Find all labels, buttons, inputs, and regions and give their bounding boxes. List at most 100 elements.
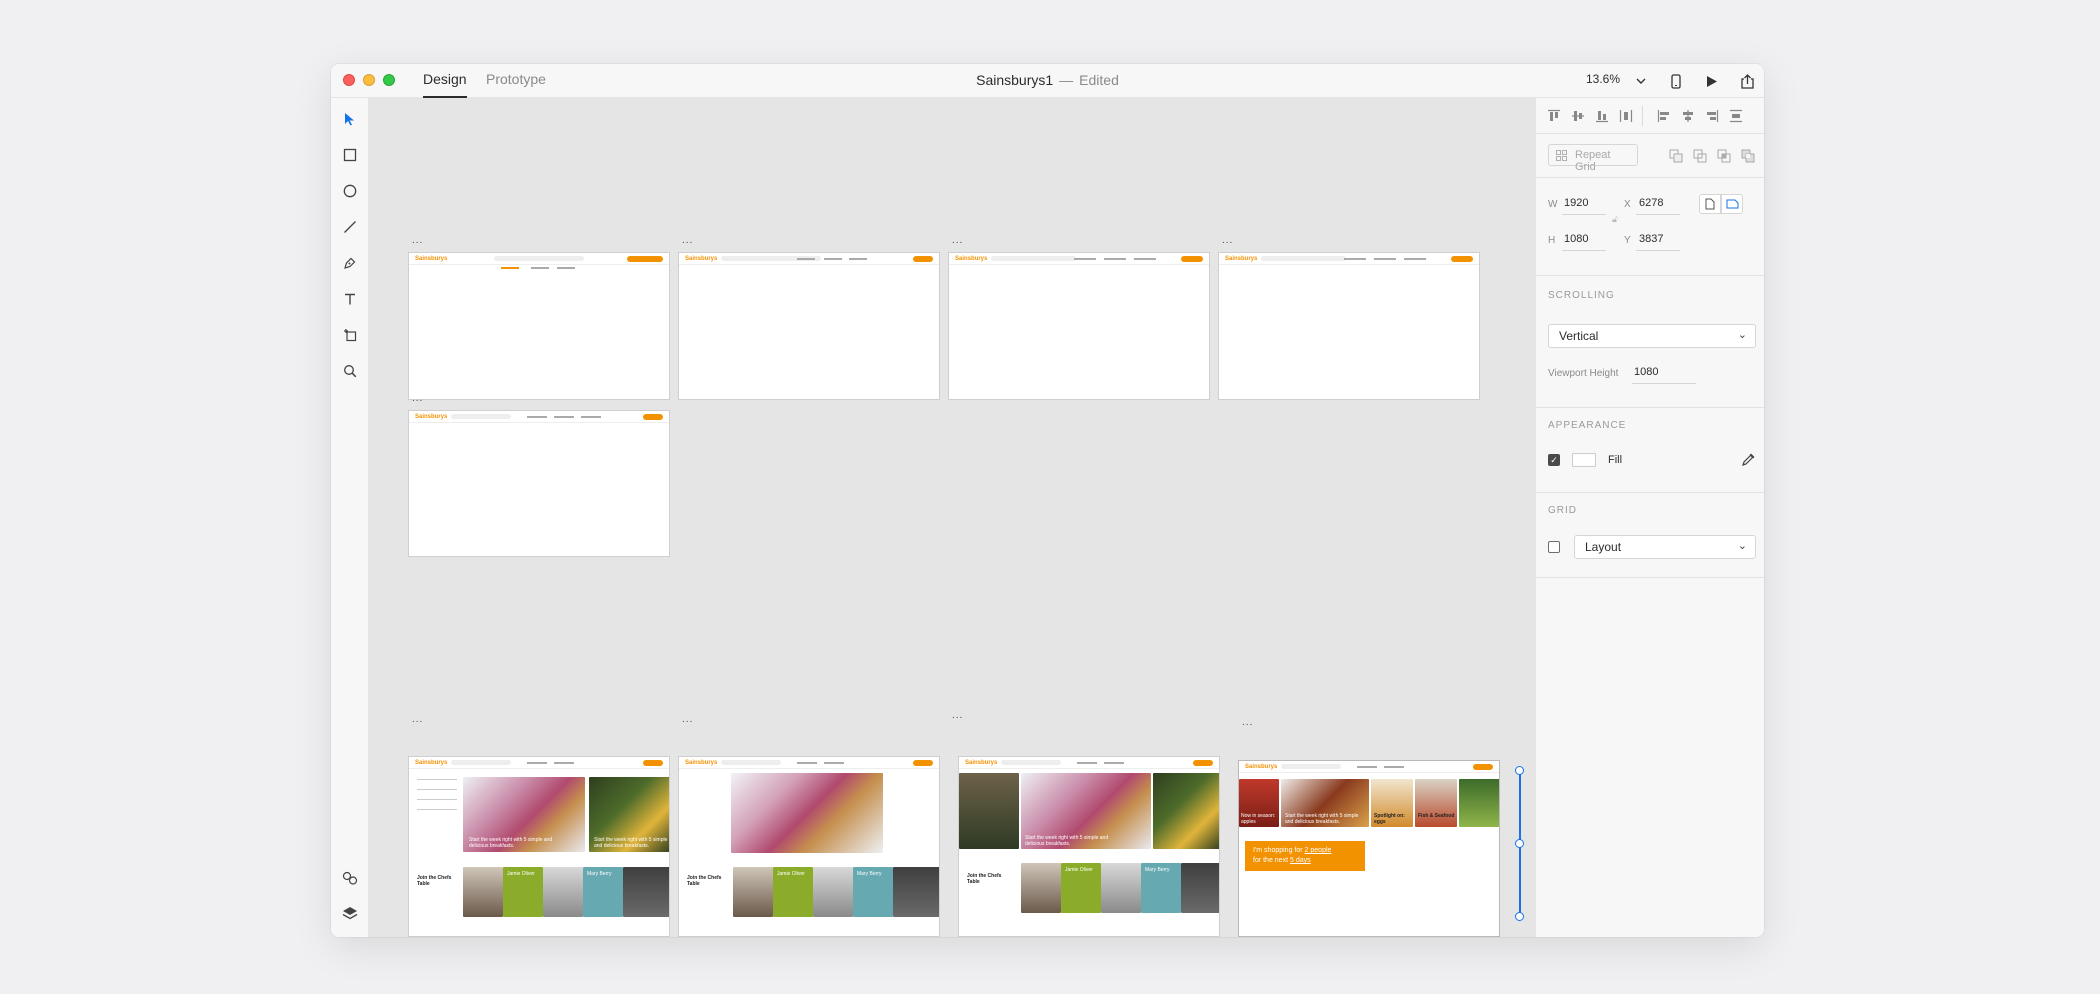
artboard-label[interactable]: ... [412, 236, 423, 246]
distribute-vertical-icon[interactable] [1618, 108, 1634, 124]
category-fish-image [1415, 779, 1457, 827]
text-icon[interactable] [340, 289, 360, 309]
align-top-icon[interactable] [1546, 108, 1562, 124]
artboard-filled-3[interactable]: Sainsburys Start the week right with 5 s… [958, 756, 1220, 937]
artboard-selected[interactable]: Sainsburys Now in season: apples Start t… [1238, 760, 1500, 937]
artboard-label[interactable]: ... [1242, 718, 1253, 728]
artboard-nav: Sainsburys [1219, 253, 1479, 265]
share-icon[interactable] [1737, 71, 1757, 91]
artboard-nav-link [1104, 258, 1126, 260]
chevron-down-icon[interactable] [1631, 71, 1651, 91]
chef-photo [1101, 863, 1141, 913]
artboard-nav: Sainsburys [1239, 761, 1499, 773]
days-count-link[interactable]: 5 days [1290, 857, 1311, 864]
artboard-label[interactable]: ... [412, 715, 423, 725]
grid-type-dropdown[interactable]: Layout ⌄ [1574, 535, 1756, 559]
artboard-filled-1[interactable]: Sainsburys Start the week right with 5 s… [408, 756, 670, 937]
viewport-height-field[interactable]: 1080 [1634, 366, 1658, 378]
artboard-nav-link [1344, 258, 1366, 260]
artboard-label[interactable]: ... [412, 394, 423, 404]
artboard-nav: Sainsburys [409, 757, 669, 769]
scrolling-heading: SCROLLING [1548, 290, 1615, 301]
shopping-for-box[interactable]: I'm shopping for 2 people for the next 5… [1245, 841, 1365, 871]
artboard-label[interactable]: ... [952, 236, 963, 246]
resize-handle-middle[interactable] [1515, 839, 1524, 848]
document-status: Edited [1079, 72, 1119, 88]
artboard-search [1001, 760, 1061, 765]
rectangle-icon[interactable] [340, 145, 360, 165]
x-field[interactable]: 6278 [1639, 197, 1663, 209]
zoom-icon[interactable] [340, 361, 360, 381]
play-icon[interactable] [1702, 71, 1722, 91]
line-icon[interactable] [340, 217, 360, 237]
pen-icon[interactable] [340, 253, 360, 273]
assets-icon[interactable] [340, 868, 360, 888]
artboard-label[interactable]: ... [682, 715, 693, 725]
boolean-subtract-icon[interactable] [1692, 148, 1708, 164]
artboard-home-2[interactable]: Sainsburys [678, 252, 940, 400]
chef-photo [543, 867, 583, 917]
artboard-home-4[interactable]: Sainsburys [1218, 252, 1480, 400]
artboard-icon[interactable] [340, 325, 360, 345]
boolean-add-icon[interactable] [1668, 148, 1684, 164]
grid-checkbox[interactable] [1548, 541, 1560, 553]
lock-aspect-icon[interactable]: 🔓︎ [1612, 214, 1618, 225]
scrolling-dropdown[interactable]: Vertical ⌄ [1548, 324, 1756, 348]
artboard-nav: Sainsburys [959, 757, 1219, 769]
align-left-icon[interactable] [1656, 108, 1672, 124]
align-bottom-icon[interactable] [1594, 108, 1610, 124]
fill-color-swatch[interactable] [1572, 453, 1596, 467]
artboard-nav: Sainsburys [679, 757, 939, 769]
artboard-cart [627, 256, 663, 262]
design-canvas[interactable]: ... Sainsburys ... Sainsburys ... Sainsb… [369, 98, 1535, 937]
boolean-intersect-icon[interactable] [1716, 148, 1732, 164]
grid-type-value: Layout [1585, 540, 1622, 554]
ellipse-icon[interactable] [340, 181, 360, 201]
hero-pancakes-image [731, 773, 883, 853]
align-center-icon[interactable] [1680, 108, 1696, 124]
distribute-horizontal-icon[interactable] [1728, 108, 1744, 124]
artboard-home-5[interactable]: Sainsburys [408, 410, 670, 557]
artboard-label[interactable]: ... [1222, 236, 1233, 246]
artboard-search [1261, 256, 1346, 261]
artboard-home-3[interactable]: Sainsburys [948, 252, 1210, 400]
artboard-search [494, 256, 584, 261]
repeat-grid-section: Repeat Grid [1536, 134, 1764, 178]
artboard-label[interactable]: ... [682, 236, 693, 246]
artboard-filled-2[interactable]: Sainsburys Join the Chefs Table Jamie Ol… [678, 756, 940, 937]
align-right-icon[interactable] [1704, 108, 1720, 124]
artboard-label[interactable]: ... [952, 711, 963, 721]
hero-eggs-image [1153, 773, 1219, 849]
fill-checkbox[interactable]: ✓ [1548, 454, 1560, 466]
height-field[interactable]: 1080 [1564, 233, 1588, 245]
artboard-nav-link [797, 258, 815, 260]
boolean-exclude-icon[interactable] [1740, 148, 1756, 164]
device-preview-icon[interactable] [1666, 71, 1686, 91]
resize-handle-bottom[interactable] [1515, 912, 1524, 921]
chef-name: Jamie Oliver [777, 871, 805, 877]
artboard-nav-link [1134, 258, 1156, 260]
landscape-orientation-icon[interactable] [1721, 194, 1743, 214]
hero-caption: Start the week right with 5 simple and d… [469, 837, 553, 849]
artboard-search [721, 760, 781, 765]
category-caption: Fish & Seafood [1418, 813, 1455, 819]
resize-handle-top[interactable] [1515, 766, 1524, 775]
chef-name: Mary Berry [857, 871, 882, 877]
repeat-grid-button[interactable]: Repeat Grid [1548, 144, 1638, 173]
artboard-nav-link [1404, 258, 1426, 260]
artboard-logo: Sainsburys [955, 256, 988, 262]
title-bar: Design Prototype Sainsburys1— Edited 13.6… [331, 64, 1764, 98]
artboard-home-1[interactable]: Sainsburys [408, 252, 670, 400]
select-icon[interactable] [340, 109, 360, 129]
shopping-for-label: I'm shopping for [1253, 847, 1303, 854]
eyedropper-icon[interactable] [1741, 451, 1757, 472]
zoom-level[interactable]: 13.6% [1586, 72, 1620, 86]
width-label: W [1548, 199, 1558, 210]
layers-icon[interactable] [340, 903, 360, 923]
portrait-orientation-icon[interactable] [1699, 194, 1721, 214]
people-count-link[interactable]: 2 people [1305, 847, 1332, 854]
y-field[interactable]: 3837 [1639, 233, 1663, 245]
align-middle-icon[interactable] [1570, 108, 1586, 124]
width-field[interactable]: 1920 [1564, 197, 1588, 209]
artboard-nav-link [557, 267, 575, 269]
